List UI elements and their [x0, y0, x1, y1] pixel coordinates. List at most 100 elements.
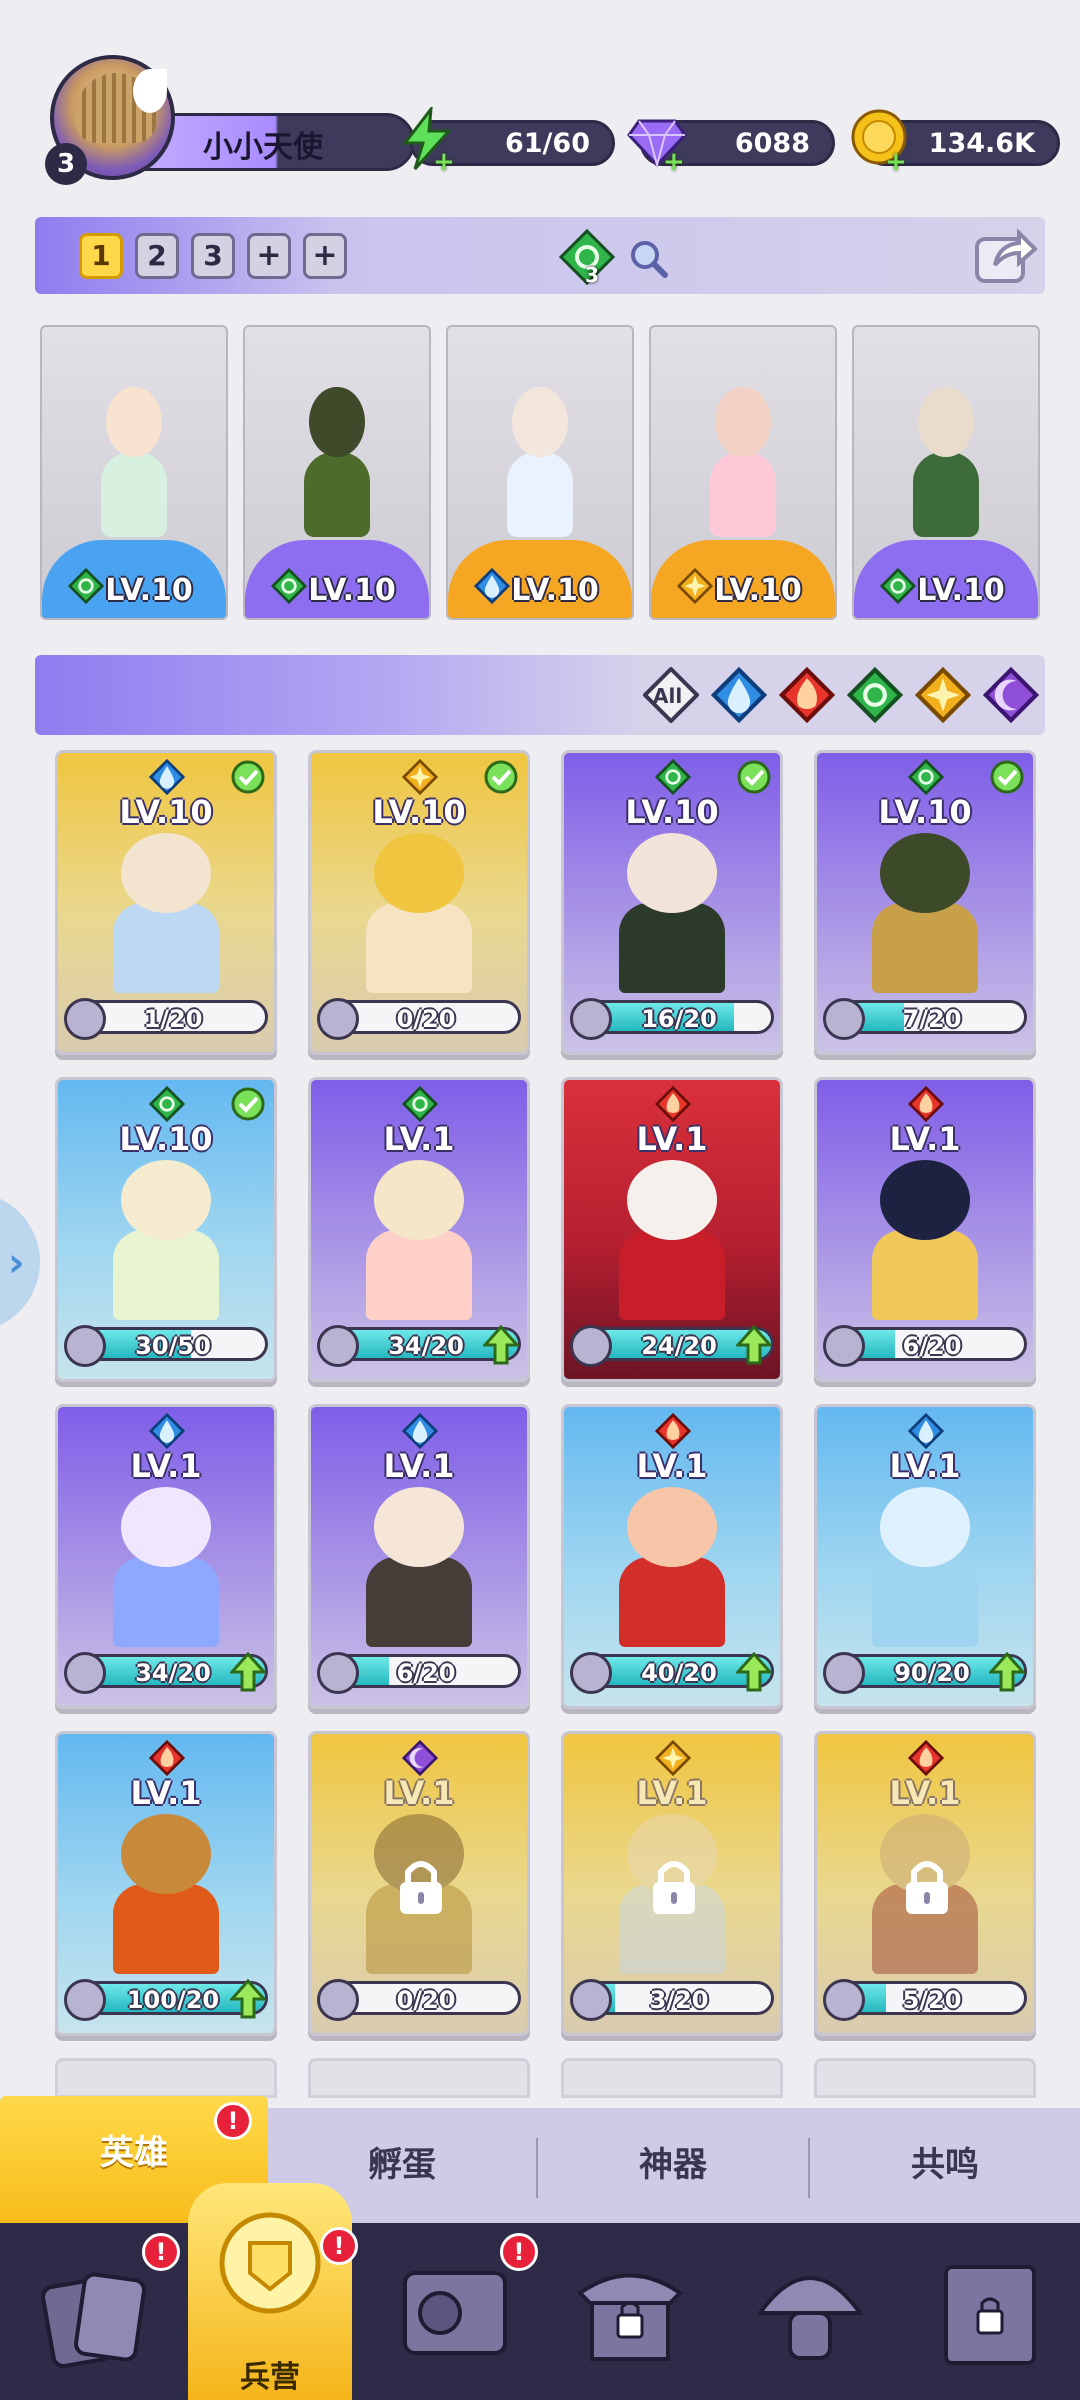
- shard-progress-bar: 5/20: [837, 1981, 1027, 2015]
- light-element-icon: [401, 758, 439, 796]
- team-element-summary[interactable]: 3: [557, 227, 677, 287]
- lineup-slot-1[interactable]: ★★ LV.10: [40, 325, 228, 620]
- shard-token-icon: [823, 1652, 865, 1694]
- energy-value: 61/60: [504, 128, 590, 159]
- hero-card[interactable]: LV.1 100/20: [55, 1731, 277, 2036]
- team-tab-2[interactable]: 2: [135, 233, 179, 279]
- side-expand-tab[interactable]: ›: [0, 1192, 40, 1332]
- hero-card[interactable]: LV.10 16/20: [561, 750, 783, 1055]
- alert-badge-icon: !: [214, 2102, 252, 2140]
- add-energy-icon[interactable]: +: [433, 147, 455, 177]
- hero-level: LV.10: [119, 793, 213, 831]
- hero-level: LV.1: [889, 1774, 961, 1812]
- hero-portrait: [343, 833, 494, 993]
- check-icon: [484, 760, 518, 794]
- hero-level: LV.1: [383, 1120, 455, 1158]
- shard-token-icon: [64, 1979, 106, 2021]
- filter-dark-icon[interactable]: [982, 666, 1040, 724]
- hero-card[interactable]: LV.1 3/20: [561, 1731, 783, 2036]
- nav-cards[interactable]: !: [0, 2223, 180, 2400]
- shop-icon: [576, 2273, 684, 2361]
- team-tab-3[interactable]: 3: [191, 233, 235, 279]
- hero-portrait: [596, 833, 747, 993]
- hero-card[interactable]: LV.10 0/20: [308, 750, 530, 1055]
- hero-level: LV.10: [105, 573, 193, 608]
- add-gem-icon[interactable]: +: [663, 147, 685, 177]
- subtab-artifacts[interactable]: 神器: [538, 2108, 808, 2223]
- hero-card[interactable]: LV.1 6/20: [308, 1404, 530, 1709]
- upgrade-arrow-icon: [483, 1325, 519, 1365]
- hero-portrait: [282, 357, 392, 547]
- check-icon: [231, 1087, 265, 1121]
- hero-level: LV.10: [119, 1120, 213, 1158]
- hero-card[interactable]: LV.1 6/20: [814, 1077, 1036, 1382]
- share-icon[interactable]: [973, 225, 1037, 285]
- team-tab-1[interactable]: 1: [79, 233, 123, 279]
- nav-guild-locked[interactable]: [900, 2223, 1080, 2400]
- shard-progress-text: 5/20: [902, 1986, 962, 2014]
- player-profile[interactable]: 小小天使 3: [35, 55, 415, 185]
- shard-progress-bar: 0/20: [331, 1981, 521, 2015]
- light-element-icon: [654, 1739, 692, 1777]
- element-filter-bar: All: [35, 655, 1045, 735]
- filter-wind-icon[interactable]: [846, 666, 904, 724]
- hero-card[interactable]: LV.1 5/20: [814, 1731, 1036, 2036]
- hero-portrait: [343, 1160, 494, 1320]
- hero-level: LV.1: [383, 1774, 455, 1812]
- chevron-right-icon: ›: [8, 1240, 25, 1286]
- gold-counter[interactable]: + 134.6K: [851, 109, 1060, 177]
- filter-light-icon[interactable]: [914, 666, 972, 724]
- team-tab-add-2[interactable]: +: [303, 233, 347, 279]
- hero-card[interactable]: LV.10 1/20: [55, 750, 277, 1055]
- fire-element-icon: [148, 1739, 186, 1777]
- dark-element-icon: [401, 1739, 439, 1777]
- lineup-slot-3[interactable]: LV.10: [446, 325, 634, 620]
- hero-level: LV.10: [625, 793, 719, 831]
- hero-level: LV.10: [511, 573, 599, 608]
- shard-progress-bar: 6/20: [331, 1654, 521, 1688]
- lock-icon: [400, 1861, 442, 1914]
- hero-card[interactable]: LV.10 7/20: [814, 750, 1036, 1055]
- hero-card[interactable]: LV.1 90/20: [814, 1404, 1036, 1709]
- wind-element-icon: [148, 1085, 186, 1123]
- nav-shop-locked[interactable]: [540, 2223, 720, 2400]
- hero-level: LV.10: [372, 793, 466, 831]
- nav-barracks[interactable]: ! 兵营: [180, 2183, 360, 2400]
- hero-card[interactable]: LV.1 24/20: [561, 1077, 783, 1382]
- guild-icon: [944, 2265, 1036, 2365]
- gem-counter[interactable]: + 6088: [627, 119, 835, 177]
- hero-level: LV.10: [878, 793, 972, 831]
- bottom-nav: ! ! 兵营 !: [0, 2183, 1080, 2400]
- hero-portrait: [596, 1160, 747, 1320]
- gold-value: 134.6K: [928, 128, 1035, 159]
- wing-icon: [133, 69, 167, 113]
- hero-card[interactable]: LV.1 34/20: [308, 1077, 530, 1382]
- team-selector-bar: 1 2 3 + + 3: [35, 217, 1045, 294]
- nav-map[interactable]: !: [360, 2223, 540, 2400]
- check-icon: [990, 760, 1024, 794]
- filter-water-icon[interactable]: [710, 666, 768, 724]
- upgrade-arrow-icon: [230, 1652, 266, 1692]
- water-element-icon: [401, 1412, 439, 1450]
- team-tab-add-1[interactable]: +: [247, 233, 291, 279]
- energy-counter[interactable]: + 61/60: [401, 107, 615, 177]
- hero-card[interactable]: LV.1 34/20: [55, 1404, 277, 1709]
- subtab-resonance[interactable]: 共鸣: [810, 2108, 1080, 2223]
- shard-progress-text: 0/20: [396, 1005, 456, 1033]
- shard-token-icon: [823, 1979, 865, 2021]
- add-gold-icon[interactable]: +: [885, 147, 907, 177]
- lineup-slot-4[interactable]: LV.10: [649, 325, 837, 620]
- nav-mushroom[interactable]: [720, 2223, 900, 2400]
- hero-card[interactable]: LV.1 40/20: [561, 1404, 783, 1709]
- hero-portrait: [79, 357, 189, 547]
- shard-progress-text: 6/20: [396, 1659, 456, 1687]
- filter-all-label: All: [653, 684, 683, 708]
- hero-card[interactable]: LV.10 30/50: [55, 1077, 277, 1382]
- filter-fire-icon[interactable]: [778, 666, 836, 724]
- hero-level: LV.1: [889, 1447, 961, 1485]
- lineup-slot-5[interactable]: LV.10: [852, 325, 1040, 620]
- hero-card[interactable]: LV.1 0/20: [308, 1731, 530, 2036]
- lineup-slot-2[interactable]: LV.10: [243, 325, 431, 620]
- magnifier-icon[interactable]: [627, 237, 671, 281]
- shard-token-icon: [64, 1652, 106, 1694]
